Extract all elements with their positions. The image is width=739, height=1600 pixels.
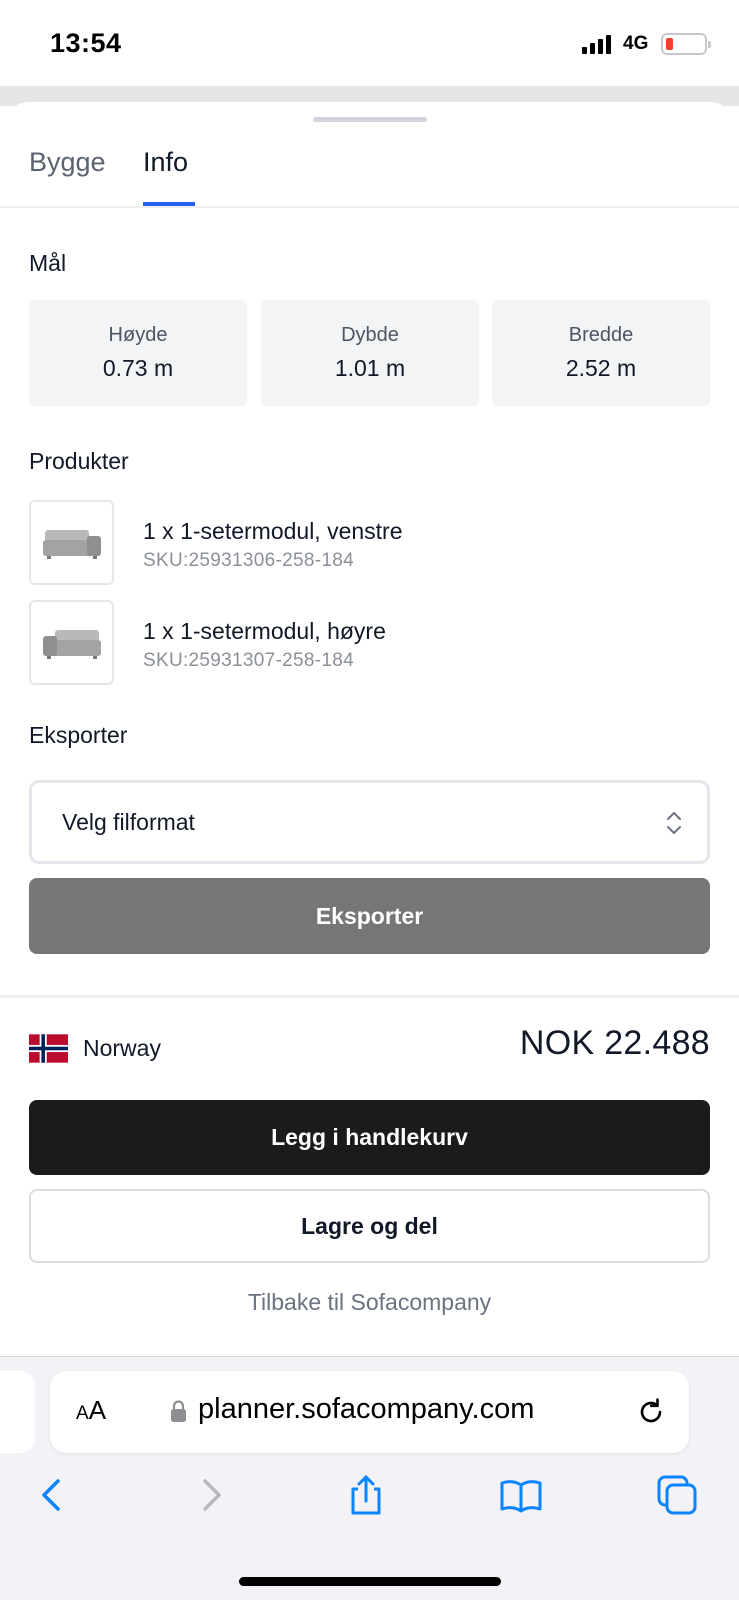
dimension-card-height: Høyde 0.73 m xyxy=(29,300,247,406)
back-to-store-link[interactable]: Tilbake til Sofacompany xyxy=(0,1289,739,1316)
back-arrow-icon[interactable] xyxy=(31,1473,75,1517)
dimension-card-width: Bredde 2.52 m xyxy=(492,300,710,406)
browser-chrome: AA planner.sofacompany.com xyxy=(0,1356,739,1600)
section-divider xyxy=(0,995,739,998)
tabs-icon[interactable] xyxy=(655,1473,699,1517)
product-sku: SKU:25931307-258-184 xyxy=(143,650,354,671)
dimension-value: 1.01 m xyxy=(334,355,406,381)
status-bar: 13:54 4G xyxy=(0,0,739,86)
dimension-value: 0.73 m xyxy=(102,355,174,381)
product-thumbnail xyxy=(29,500,114,585)
dimension-label: Dybde xyxy=(341,324,399,346)
address-bar[interactable]: AA planner.sofacompany.com xyxy=(50,1371,689,1453)
export-title: Eksporter xyxy=(29,722,128,748)
file-format-select[interactable]: Velg filformat xyxy=(29,780,710,864)
file-format-value: Velg filformat xyxy=(62,809,195,835)
dimension-label: Bredde xyxy=(568,324,634,346)
add-to-cart-button[interactable]: Legg i handlekurv xyxy=(29,1100,710,1175)
status-time: 13:54 xyxy=(50,28,122,58)
forward-arrow-icon[interactable] xyxy=(188,1473,232,1517)
chevron-up-down-icon xyxy=(667,812,681,834)
product-item[interactable]: 1 x 1-setermodul, høyre SKU:25931307-258… xyxy=(29,600,709,686)
product-name: 1 x 1-setermodul, venstre xyxy=(143,518,403,544)
save-and-share-button[interactable]: Lagre og del xyxy=(29,1189,710,1263)
url-text: planner.sofacompany.com xyxy=(198,1393,535,1425)
battery-icon xyxy=(661,33,711,55)
reload-icon[interactable] xyxy=(635,1396,667,1428)
total-price: NOK 22.488 xyxy=(519,1024,710,1062)
bookmarks-icon[interactable] xyxy=(499,1473,543,1517)
products-title: Produkter xyxy=(29,448,129,474)
text-size-button[interactable]: AA xyxy=(76,1395,106,1426)
dimension-card-depth: Dybde 1.01 m xyxy=(261,300,479,406)
active-tab-indicator xyxy=(143,202,195,206)
planner-sheet: Bygge Info Mål Høyde 0.73 m Dybde 1.01 m… xyxy=(0,102,739,1356)
home-indicator[interactable] xyxy=(239,1577,501,1586)
product-name: 1 x 1-setermodul, høyre xyxy=(143,618,386,644)
dimension-label: Høyde xyxy=(108,324,168,346)
share-icon[interactable] xyxy=(344,1473,388,1517)
sheet-grabber[interactable] xyxy=(313,117,427,122)
product-sku: SKU:25931306-258-184 xyxy=(143,550,354,571)
export-button[interactable]: Eksporter xyxy=(29,878,710,954)
product-item[interactable]: 1 x 1-setermodul, venstre SKU:25931306-2… xyxy=(29,500,709,586)
cellular-signal-icon xyxy=(582,35,611,54)
network-type: 4G xyxy=(623,33,649,54)
norway-flag-icon xyxy=(29,1034,68,1063)
sofa-module-right-icon xyxy=(43,630,101,659)
sofa-module-left-icon xyxy=(43,530,101,559)
tab-bygge[interactable]: Bygge xyxy=(29,142,106,208)
product-thumbnail xyxy=(29,600,114,685)
tab-bar: Bygge Info xyxy=(0,142,739,208)
lock-icon xyxy=(171,1400,186,1422)
tab-info[interactable]: Info xyxy=(143,142,188,208)
previous-tab-preview[interactable] xyxy=(0,1371,35,1453)
dimension-value: 2.52 m xyxy=(565,355,637,381)
country-selector[interactable]: Norway xyxy=(83,1035,161,1062)
dimensions-title: Mål xyxy=(29,250,67,276)
